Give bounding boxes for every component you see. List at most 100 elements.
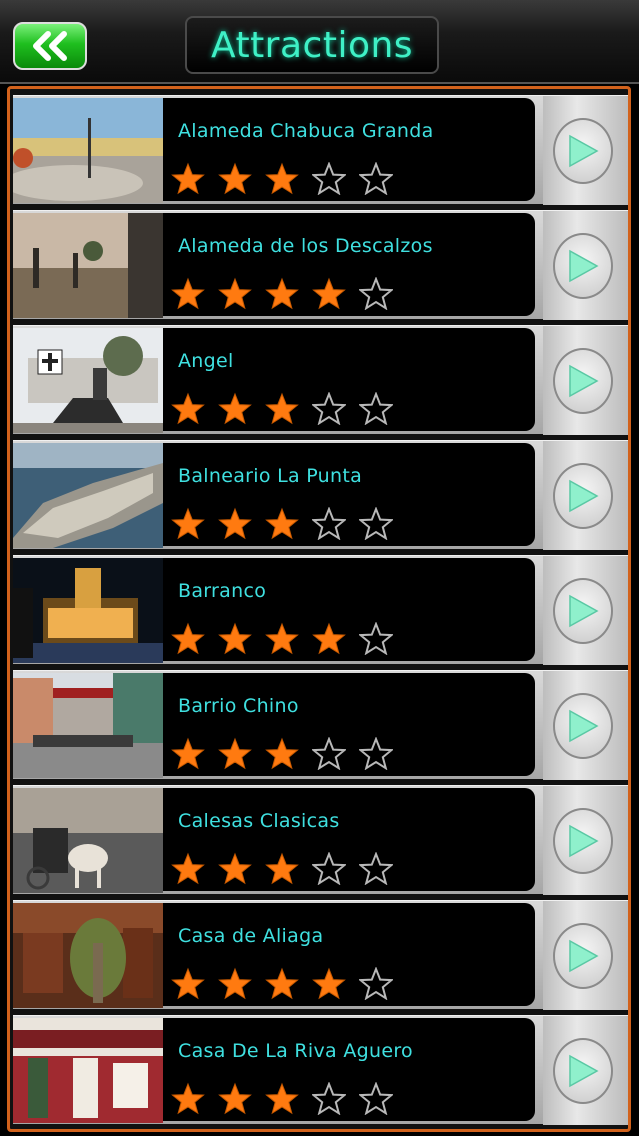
play-arrow-icon bbox=[553, 693, 613, 759]
attraction-name: Alameda Chabuca Granda bbox=[178, 120, 434, 142]
rating-stars bbox=[171, 852, 393, 886]
list-item[interactable]: Barrio Chino bbox=[13, 670, 628, 780]
star-filled-icon bbox=[171, 852, 205, 886]
attraction-name: Casa de Aliaga bbox=[178, 925, 324, 947]
double-chevron-left-icon bbox=[33, 31, 67, 61]
star-filled-icon bbox=[218, 622, 252, 656]
list-item[interactable]: Casa De La Riva Aguero bbox=[13, 1015, 628, 1125]
star-empty-icon bbox=[359, 967, 393, 1001]
star-empty-icon bbox=[359, 737, 393, 771]
star-filled-icon bbox=[265, 507, 299, 541]
star-filled-icon bbox=[265, 392, 299, 426]
attraction-name: Barrio Chino bbox=[178, 695, 299, 717]
rating-stars bbox=[171, 162, 393, 196]
play-arrow-icon bbox=[553, 808, 613, 874]
open-detail-button[interactable] bbox=[543, 556, 628, 665]
rating-stars bbox=[171, 392, 393, 426]
play-arrow-icon bbox=[553, 1038, 613, 1104]
play-arrow-icon bbox=[553, 348, 613, 414]
attraction-name: Angel bbox=[178, 350, 234, 372]
attraction-info[interactable]: Alameda Chabuca Granda bbox=[163, 98, 535, 201]
star-filled-icon bbox=[218, 737, 252, 771]
attraction-info[interactable]: Alameda de los Descalzos bbox=[163, 213, 535, 316]
star-filled-icon bbox=[265, 1082, 299, 1116]
star-filled-icon bbox=[265, 622, 299, 656]
attraction-info[interactable]: Barrio Chino bbox=[163, 673, 535, 776]
star-filled-icon bbox=[265, 967, 299, 1001]
open-detail-button[interactable] bbox=[543, 901, 628, 1010]
star-empty-icon bbox=[359, 852, 393, 886]
attraction-thumbnail bbox=[13, 213, 163, 318]
attraction-info[interactable]: Balneario La Punta bbox=[163, 443, 535, 546]
rating-stars bbox=[171, 507, 393, 541]
open-detail-button[interactable] bbox=[543, 326, 628, 435]
play-arrow-icon bbox=[553, 233, 613, 299]
list-item[interactable]: Barranco bbox=[13, 555, 628, 665]
star-empty-icon bbox=[359, 1082, 393, 1116]
rating-stars bbox=[171, 737, 393, 771]
star-filled-icon bbox=[171, 737, 205, 771]
back-button[interactable] bbox=[13, 22, 87, 70]
list-item[interactable]: Calesas Clasicas bbox=[13, 785, 628, 895]
star-empty-icon bbox=[359, 622, 393, 656]
star-filled-icon bbox=[171, 507, 205, 541]
open-detail-button[interactable] bbox=[543, 1016, 628, 1125]
list-item[interactable]: Angel bbox=[13, 325, 628, 435]
open-detail-button[interactable] bbox=[543, 96, 628, 205]
attraction-info[interactable]: Casa de Aliaga bbox=[163, 903, 535, 1006]
star-empty-icon bbox=[312, 852, 346, 886]
rating-stars bbox=[171, 622, 393, 656]
star-filled-icon bbox=[312, 622, 346, 656]
rating-stars bbox=[171, 1082, 393, 1116]
star-filled-icon bbox=[218, 967, 252, 1001]
open-detail-button[interactable] bbox=[543, 671, 628, 780]
star-filled-icon bbox=[265, 277, 299, 311]
open-detail-button[interactable] bbox=[543, 441, 628, 550]
star-filled-icon bbox=[218, 852, 252, 886]
star-filled-icon bbox=[265, 852, 299, 886]
star-filled-icon bbox=[171, 967, 205, 1001]
list-item[interactable]: Alameda Chabuca Granda bbox=[13, 95, 628, 205]
star-filled-icon bbox=[312, 967, 346, 1001]
attraction-thumbnail bbox=[13, 328, 163, 433]
star-filled-icon bbox=[312, 277, 346, 311]
star-empty-icon bbox=[359, 277, 393, 311]
attraction-info[interactable]: Barranco bbox=[163, 558, 535, 661]
star-empty-icon bbox=[359, 162, 393, 196]
attraction-thumbnail bbox=[13, 558, 163, 663]
list-item[interactable]: Casa de Aliaga bbox=[13, 900, 628, 1010]
attraction-name: Barranco bbox=[178, 580, 267, 602]
attraction-thumbnail bbox=[13, 443, 163, 548]
attraction-thumbnail bbox=[13, 903, 163, 1008]
star-filled-icon bbox=[171, 622, 205, 656]
play-arrow-icon bbox=[553, 463, 613, 529]
page-title: Attractions bbox=[210, 24, 414, 66]
star-filled-icon bbox=[218, 1082, 252, 1116]
attraction-name: Casa De La Riva Aguero bbox=[178, 1040, 413, 1062]
page-title-box: Attractions bbox=[185, 16, 439, 74]
open-detail-button[interactable] bbox=[543, 211, 628, 320]
star-filled-icon bbox=[218, 392, 252, 426]
star-empty-icon bbox=[359, 507, 393, 541]
attraction-info[interactable]: Casa De La Riva Aguero bbox=[163, 1018, 535, 1121]
attraction-info[interactable]: Angel bbox=[163, 328, 535, 431]
star-empty-icon bbox=[312, 162, 346, 196]
star-empty-icon bbox=[312, 507, 346, 541]
attraction-name: Calesas Clasicas bbox=[178, 810, 340, 832]
star-filled-icon bbox=[218, 277, 252, 311]
list-item[interactable]: Balneario La Punta bbox=[13, 440, 628, 550]
attraction-thumbnail bbox=[13, 1018, 163, 1123]
attraction-thumbnail bbox=[13, 673, 163, 778]
rating-stars bbox=[171, 967, 393, 1001]
open-detail-button[interactable] bbox=[543, 786, 628, 895]
star-filled-icon bbox=[218, 162, 252, 196]
rating-stars bbox=[171, 277, 393, 311]
star-filled-icon bbox=[171, 1082, 205, 1116]
star-filled-icon bbox=[171, 162, 205, 196]
star-filled-icon bbox=[218, 507, 252, 541]
star-filled-icon bbox=[265, 162, 299, 196]
star-empty-icon bbox=[312, 737, 346, 771]
list-item[interactable]: Alameda de los Descalzos bbox=[13, 210, 628, 320]
attraction-thumbnail bbox=[13, 98, 163, 203]
attraction-info[interactable]: Calesas Clasicas bbox=[163, 788, 535, 891]
